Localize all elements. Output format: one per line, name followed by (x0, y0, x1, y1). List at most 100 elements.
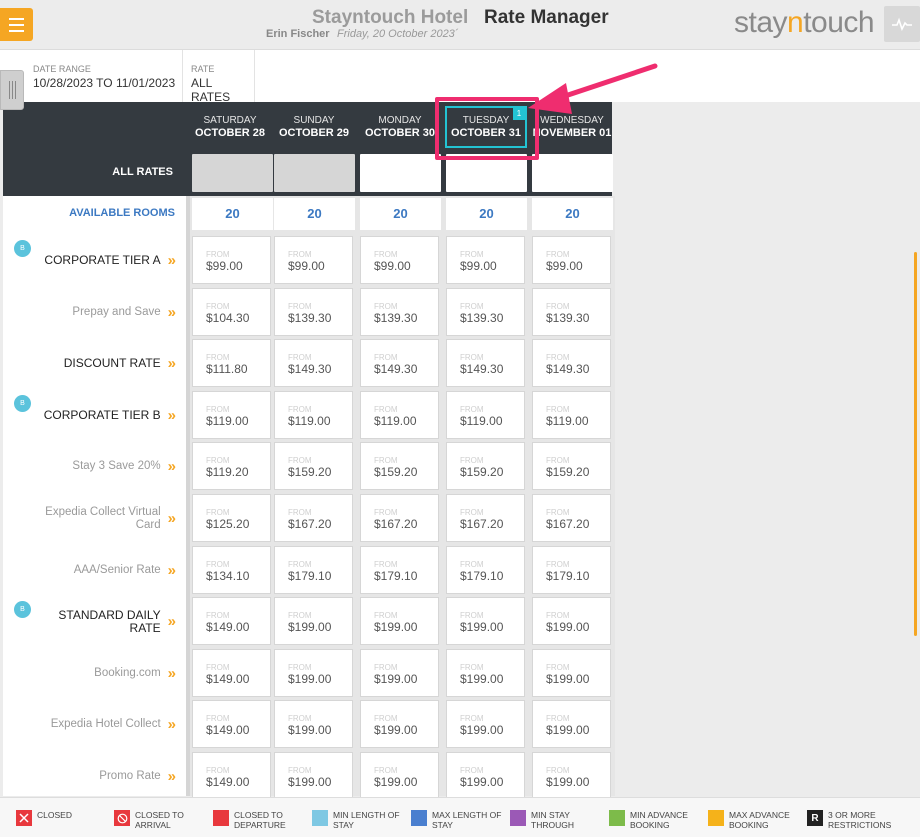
rate-cell[interactable]: FROM $119.00 (274, 390, 353, 439)
rate-cell[interactable]: FROM $139.30 (274, 287, 353, 336)
rate-cell[interactable]: FROM $149.00 (192, 752, 271, 800)
rate-cell[interactable]: FROM $104.30 (192, 287, 271, 336)
rate-cell[interactable]: FROM $119.20 (192, 442, 271, 491)
all-rates-cell[interactable] (274, 154, 355, 192)
rate-cell[interactable]: FROM $119.00 (446, 390, 525, 439)
rate-cell[interactable]: FROM $199.00 (360, 597, 439, 646)
expand-chevron-icon[interactable]: » (168, 511, 176, 526)
rate-cell[interactable]: FROM $199.00 (360, 752, 439, 800)
rate-cell[interactable]: FROM $119.00 (192, 390, 271, 439)
rate-filter-value: ALL RATES (191, 76, 231, 104)
rate-row-label[interactable]: Expedia Hotel Collect » (3, 699, 186, 750)
rate-cell[interactable]: FROM $139.30 (446, 287, 525, 336)
all-rates-cell[interactable] (192, 154, 273, 192)
rate-filter[interactable]: RATE ALL RATES (183, 50, 255, 104)
rate-cell[interactable]: FROM $149.00 (192, 700, 271, 749)
rate-cell[interactable]: FROM $111.80 (192, 339, 271, 388)
date-range-filter[interactable]: DATE RANGE 10/28/2023 TO 11/01/2023 (25, 50, 183, 102)
available-rooms-cell[interactable]: 20 (446, 198, 527, 230)
rate-row-label[interactable]: Expedia Collect Virtual Card » (3, 493, 186, 544)
rate-cell[interactable]: FROM $149.30 (532, 339, 611, 388)
rate-cell[interactable]: FROM $99.00 (446, 236, 525, 284)
legend-item: MAX ADVANCE BOOKING (708, 810, 801, 830)
expand-chevron-icon[interactable]: » (168, 459, 176, 474)
rate-cell[interactable]: FROM $125.20 (192, 494, 271, 542)
activity-button[interactable] (884, 6, 920, 42)
rate-row-label[interactable]: AAA/Senior Rate » (3, 545, 186, 596)
rate-cell[interactable]: FROM $199.00 (274, 648, 353, 697)
rate-cell[interactable]: FROM $167.20 (446, 494, 525, 542)
expand-chevron-icon[interactable]: » (168, 563, 176, 578)
expand-chevron-icon[interactable]: » (168, 717, 176, 732)
all-rates-cell[interactable] (360, 154, 441, 192)
drawer-handle[interactable] (0, 70, 24, 110)
rate-cell[interactable]: FROM $149.30 (360, 339, 439, 388)
rate-cell[interactable]: FROM $179.10 (532, 545, 611, 594)
rate-cell[interactable]: FROM $199.00 (274, 700, 353, 749)
available-rooms-cell[interactable]: 20 (532, 198, 613, 230)
rate-cell[interactable]: FROM $159.20 (532, 442, 611, 491)
rate-cell[interactable]: FROM $119.00 (532, 390, 611, 439)
legend-swatch (312, 810, 328, 826)
rate-cell[interactable]: FROM $167.20 (360, 494, 439, 542)
rate-row-label[interactable]: B CORPORATE TIER A » (3, 235, 186, 286)
rate-cell[interactable]: FROM $179.10 (360, 545, 439, 594)
expand-chevron-icon[interactable]: » (168, 253, 176, 268)
rate-cell[interactable]: FROM $139.30 (360, 287, 439, 336)
rate-row-label[interactable]: Stay 3 Save 20% » (3, 441, 186, 492)
rate-cell[interactable]: FROM $119.00 (360, 390, 439, 439)
rate-cell[interactable]: FROM $199.00 (446, 752, 525, 800)
rate-cell[interactable]: FROM $159.20 (360, 442, 439, 491)
rate-row-label[interactable]: DISCOUNT RATE » (3, 338, 186, 389)
rate-price: $111.80 (206, 362, 248, 377)
rate-cell[interactable]: FROM $199.00 (446, 700, 525, 749)
available-rooms-cell[interactable]: 20 (274, 198, 355, 230)
all-rates-cell[interactable] (532, 154, 613, 192)
rate-cell[interactable]: FROM $159.20 (274, 442, 353, 491)
rate-cell[interactable]: FROM $159.20 (446, 442, 525, 491)
available-rooms-cell[interactable]: 20 (360, 198, 441, 230)
rate-cell[interactable]: FROM $99.00 (532, 236, 611, 284)
rate-cell[interactable]: FROM $199.00 (446, 648, 525, 697)
rate-cell[interactable]: FROM $199.00 (532, 752, 611, 800)
rate-row-label[interactable]: B STANDARD DAILY RATE » (3, 596, 186, 647)
available-rooms-cell[interactable]: 20 (192, 198, 273, 230)
rate-cell[interactable]: FROM $99.00 (360, 236, 439, 284)
rate-row-label[interactable]: Prepay and Save » (3, 287, 186, 338)
rate-cell[interactable]: FROM $99.00 (274, 236, 353, 284)
scrollbar[interactable] (914, 252, 917, 636)
expand-chevron-icon[interactable]: » (168, 305, 176, 320)
day-header-sat[interactable]: SATURDAY OCTOBER 28 (189, 102, 271, 152)
expand-chevron-icon[interactable]: » (168, 408, 176, 423)
rate-cell[interactable]: FROM $167.20 (532, 494, 611, 542)
rate-row-label[interactable]: B CORPORATE TIER B » (3, 390, 186, 441)
rate-cell[interactable]: FROM $199.00 (532, 597, 611, 646)
expand-chevron-icon[interactable]: » (168, 666, 176, 681)
rate-cell[interactable]: FROM $149.30 (274, 339, 353, 388)
rate-cell[interactable]: FROM $199.00 (446, 597, 525, 646)
rate-cell[interactable]: FROM $149.00 (192, 597, 271, 646)
rate-cell[interactable]: FROM $149.30 (446, 339, 525, 388)
menu-button[interactable] (0, 8, 33, 41)
rate-cell[interactable]: FROM $199.00 (360, 648, 439, 697)
rate-cell[interactable]: FROM $167.20 (274, 494, 353, 542)
rate-cell[interactable]: FROM $199.00 (532, 700, 611, 749)
rate-cell[interactable]: FROM $149.00 (192, 648, 271, 697)
expand-chevron-icon[interactable]: » (168, 356, 176, 371)
rate-cell[interactable]: FROM $179.10 (274, 545, 353, 594)
expand-chevron-icon[interactable]: » (168, 769, 176, 784)
rate-cell[interactable]: FROM $134.10 (192, 545, 271, 594)
expand-chevron-icon[interactable]: » (168, 614, 176, 629)
day-header-mon[interactable]: MONDAY OCTOBER 30 (359, 102, 441, 152)
rate-cell[interactable]: FROM $199.00 (532, 648, 611, 697)
rate-cell[interactable]: FROM $199.00 (274, 597, 353, 646)
rate-row-label[interactable]: Booking.com » (3, 648, 186, 699)
rate-cell[interactable]: FROM $139.30 (532, 287, 611, 336)
rate-cell[interactable]: FROM $179.10 (446, 545, 525, 594)
rate-cell[interactable]: FROM $199.00 (360, 700, 439, 749)
day-header-sun[interactable]: SUNDAY OCTOBER 29 (273, 102, 355, 152)
rate-cell[interactable]: FROM $199.00 (274, 752, 353, 800)
rate-cell[interactable]: FROM $99.00 (192, 236, 271, 284)
rate-row-label[interactable]: Promo Rate » (3, 751, 186, 802)
legend-label: CLOSED TO ARRIVAL (135, 810, 184, 830)
